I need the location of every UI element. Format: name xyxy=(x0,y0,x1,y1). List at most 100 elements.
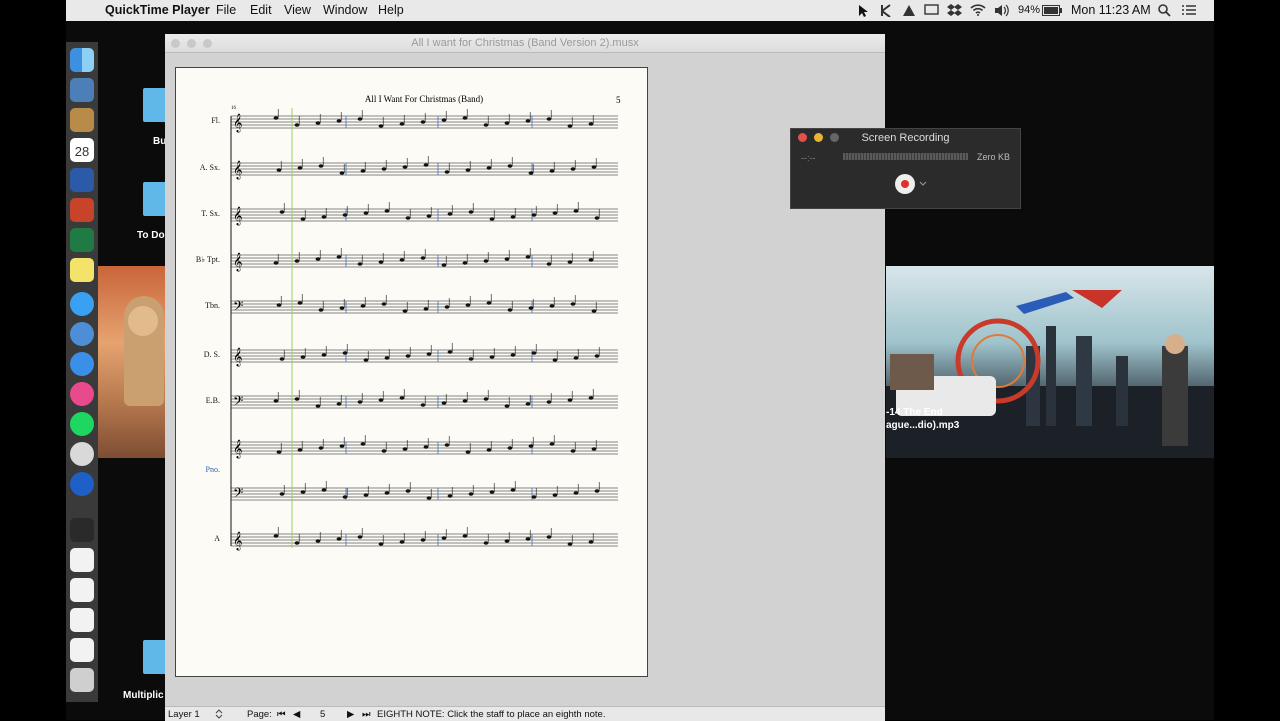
doc-icon[interactable] xyxy=(70,548,94,572)
dock: 28 xyxy=(66,42,98,702)
wifi-icon[interactable] xyxy=(970,4,986,16)
status-vpn-icon[interactable] xyxy=(902,4,916,17)
note-head xyxy=(567,398,573,402)
instrument-label: A xyxy=(214,534,220,543)
note-head xyxy=(381,167,387,171)
instrument-label: Pno. xyxy=(206,465,220,474)
note-head xyxy=(402,165,408,169)
clef-icon: 𝄞 xyxy=(233,113,242,133)
folder-icon[interactable] xyxy=(143,182,167,216)
menu-view[interactable]: View xyxy=(284,3,311,17)
note-head xyxy=(507,308,513,312)
note-head xyxy=(378,542,384,546)
clock[interactable]: Mon 11:23 AM xyxy=(1071,3,1151,17)
note-head xyxy=(504,121,510,125)
powerpoint-icon[interactable] xyxy=(70,198,94,222)
doc-icon[interactable] xyxy=(70,608,94,632)
page-label: Page: xyxy=(247,709,272,720)
note-head xyxy=(489,490,495,494)
itunes-icon[interactable] xyxy=(70,382,94,406)
note-head xyxy=(567,542,573,546)
note-head xyxy=(273,261,279,265)
menu-help[interactable]: Help xyxy=(378,3,404,17)
mu-icon[interactable] xyxy=(70,442,94,466)
record-button[interactable] xyxy=(895,174,915,194)
messages-icon[interactable] xyxy=(70,292,94,316)
status-bar: Layer 1 Page: ⏮ ◀ 5 ▶ ⏭ EIGHTH NOTE: Cli… xyxy=(165,706,885,721)
folder-icon[interactable] xyxy=(143,640,167,674)
battery-icon[interactable] xyxy=(1042,5,1062,16)
note-head xyxy=(444,305,450,309)
note-head xyxy=(531,213,537,217)
note-head xyxy=(510,215,516,219)
note-head xyxy=(363,211,369,215)
folder-icon[interactable] xyxy=(143,88,167,122)
note-head xyxy=(384,209,390,213)
notes-icon[interactable] xyxy=(70,108,94,132)
clef-icon: 𝄢 xyxy=(233,393,243,412)
chrome-icon[interactable] xyxy=(70,322,94,346)
dropbox-icon[interactable] xyxy=(947,3,962,17)
stickies-icon[interactable] xyxy=(70,258,94,282)
note-head xyxy=(528,171,534,175)
menu-window[interactable]: Window xyxy=(323,3,367,17)
status-k-icon[interactable] xyxy=(880,4,894,17)
note-head xyxy=(465,450,471,454)
note-head xyxy=(504,257,510,261)
volume-icon[interactable] xyxy=(994,4,1010,17)
battery-percent: 94% xyxy=(1018,4,1041,16)
page-input[interactable]: 5 xyxy=(320,709,325,720)
note-head xyxy=(297,448,303,452)
desktop-label-multiplic[interactable]: Multiplic xyxy=(123,690,164,701)
note-head xyxy=(321,488,327,492)
chevron-down-icon[interactable] xyxy=(919,181,927,187)
note-head xyxy=(381,302,387,306)
note-head xyxy=(573,209,579,213)
layer-select[interactable]: Layer 1 xyxy=(168,709,200,720)
wallpaper-file-label: -14 The End xyxy=(886,407,943,418)
finder-icon[interactable] xyxy=(70,48,94,72)
calendar-icon[interactable]: 28 xyxy=(70,138,94,162)
window-titlebar[interactable]: All I want for Christmas (Band Version 2… xyxy=(165,34,885,53)
safari-icon[interactable] xyxy=(70,352,94,376)
menu-edit[interactable]: Edit xyxy=(250,3,272,17)
status-airplay-icon[interactable] xyxy=(924,4,939,17)
note-head xyxy=(483,259,489,263)
note-head xyxy=(528,306,534,310)
layer-stepper-icon[interactable] xyxy=(215,709,223,719)
note-head xyxy=(588,396,594,400)
app-icon[interactable] xyxy=(70,518,94,542)
note-head xyxy=(489,355,495,359)
note-head xyxy=(447,350,453,354)
note-head xyxy=(402,309,408,313)
spotlight-search-icon[interactable] xyxy=(1158,4,1171,17)
doc-icon[interactable] xyxy=(70,638,94,662)
note-head xyxy=(591,447,597,451)
excel-icon[interactable] xyxy=(70,228,94,252)
note-head xyxy=(483,397,489,401)
score-notation[interactable]: All I Want For Christmas (Band) 5 16 𝄞𝄞𝄞… xyxy=(176,68,647,676)
word-icon[interactable] xyxy=(70,168,94,192)
note-head xyxy=(294,123,300,127)
trash-icon[interactable] xyxy=(70,668,94,692)
doc-icon[interactable] xyxy=(70,578,94,602)
note-head xyxy=(399,258,405,262)
instrument-label: D. S. xyxy=(204,350,220,359)
next-page-icon[interactable]: ▶ xyxy=(347,709,354,720)
preview-icon[interactable] xyxy=(70,78,94,102)
last-page-icon[interactable]: ⏭ xyxy=(362,709,371,720)
note-head xyxy=(315,257,321,261)
first-page-icon[interactable]: ⏮ xyxy=(277,709,286,720)
note-head xyxy=(570,449,576,453)
audio-level-meter xyxy=(843,153,968,160)
prev-page-icon[interactable]: ◀ xyxy=(293,709,300,720)
desktop-label-todo[interactable]: To Do xyxy=(137,230,165,241)
clef-icon: 𝄢 xyxy=(233,298,243,317)
quicktime-icon[interactable] xyxy=(70,472,94,496)
note-head xyxy=(510,488,516,492)
notification-center-icon[interactable] xyxy=(1182,5,1196,16)
score-page[interactable]: All I Want For Christmas (Band) 5 16 𝄞 𝄞 𝄞… xyxy=(175,67,648,677)
spotify-icon[interactable] xyxy=(70,412,94,436)
menu-file[interactable]: File xyxy=(216,3,236,17)
app-menu[interactable]: QuickTime Player xyxy=(105,3,210,17)
